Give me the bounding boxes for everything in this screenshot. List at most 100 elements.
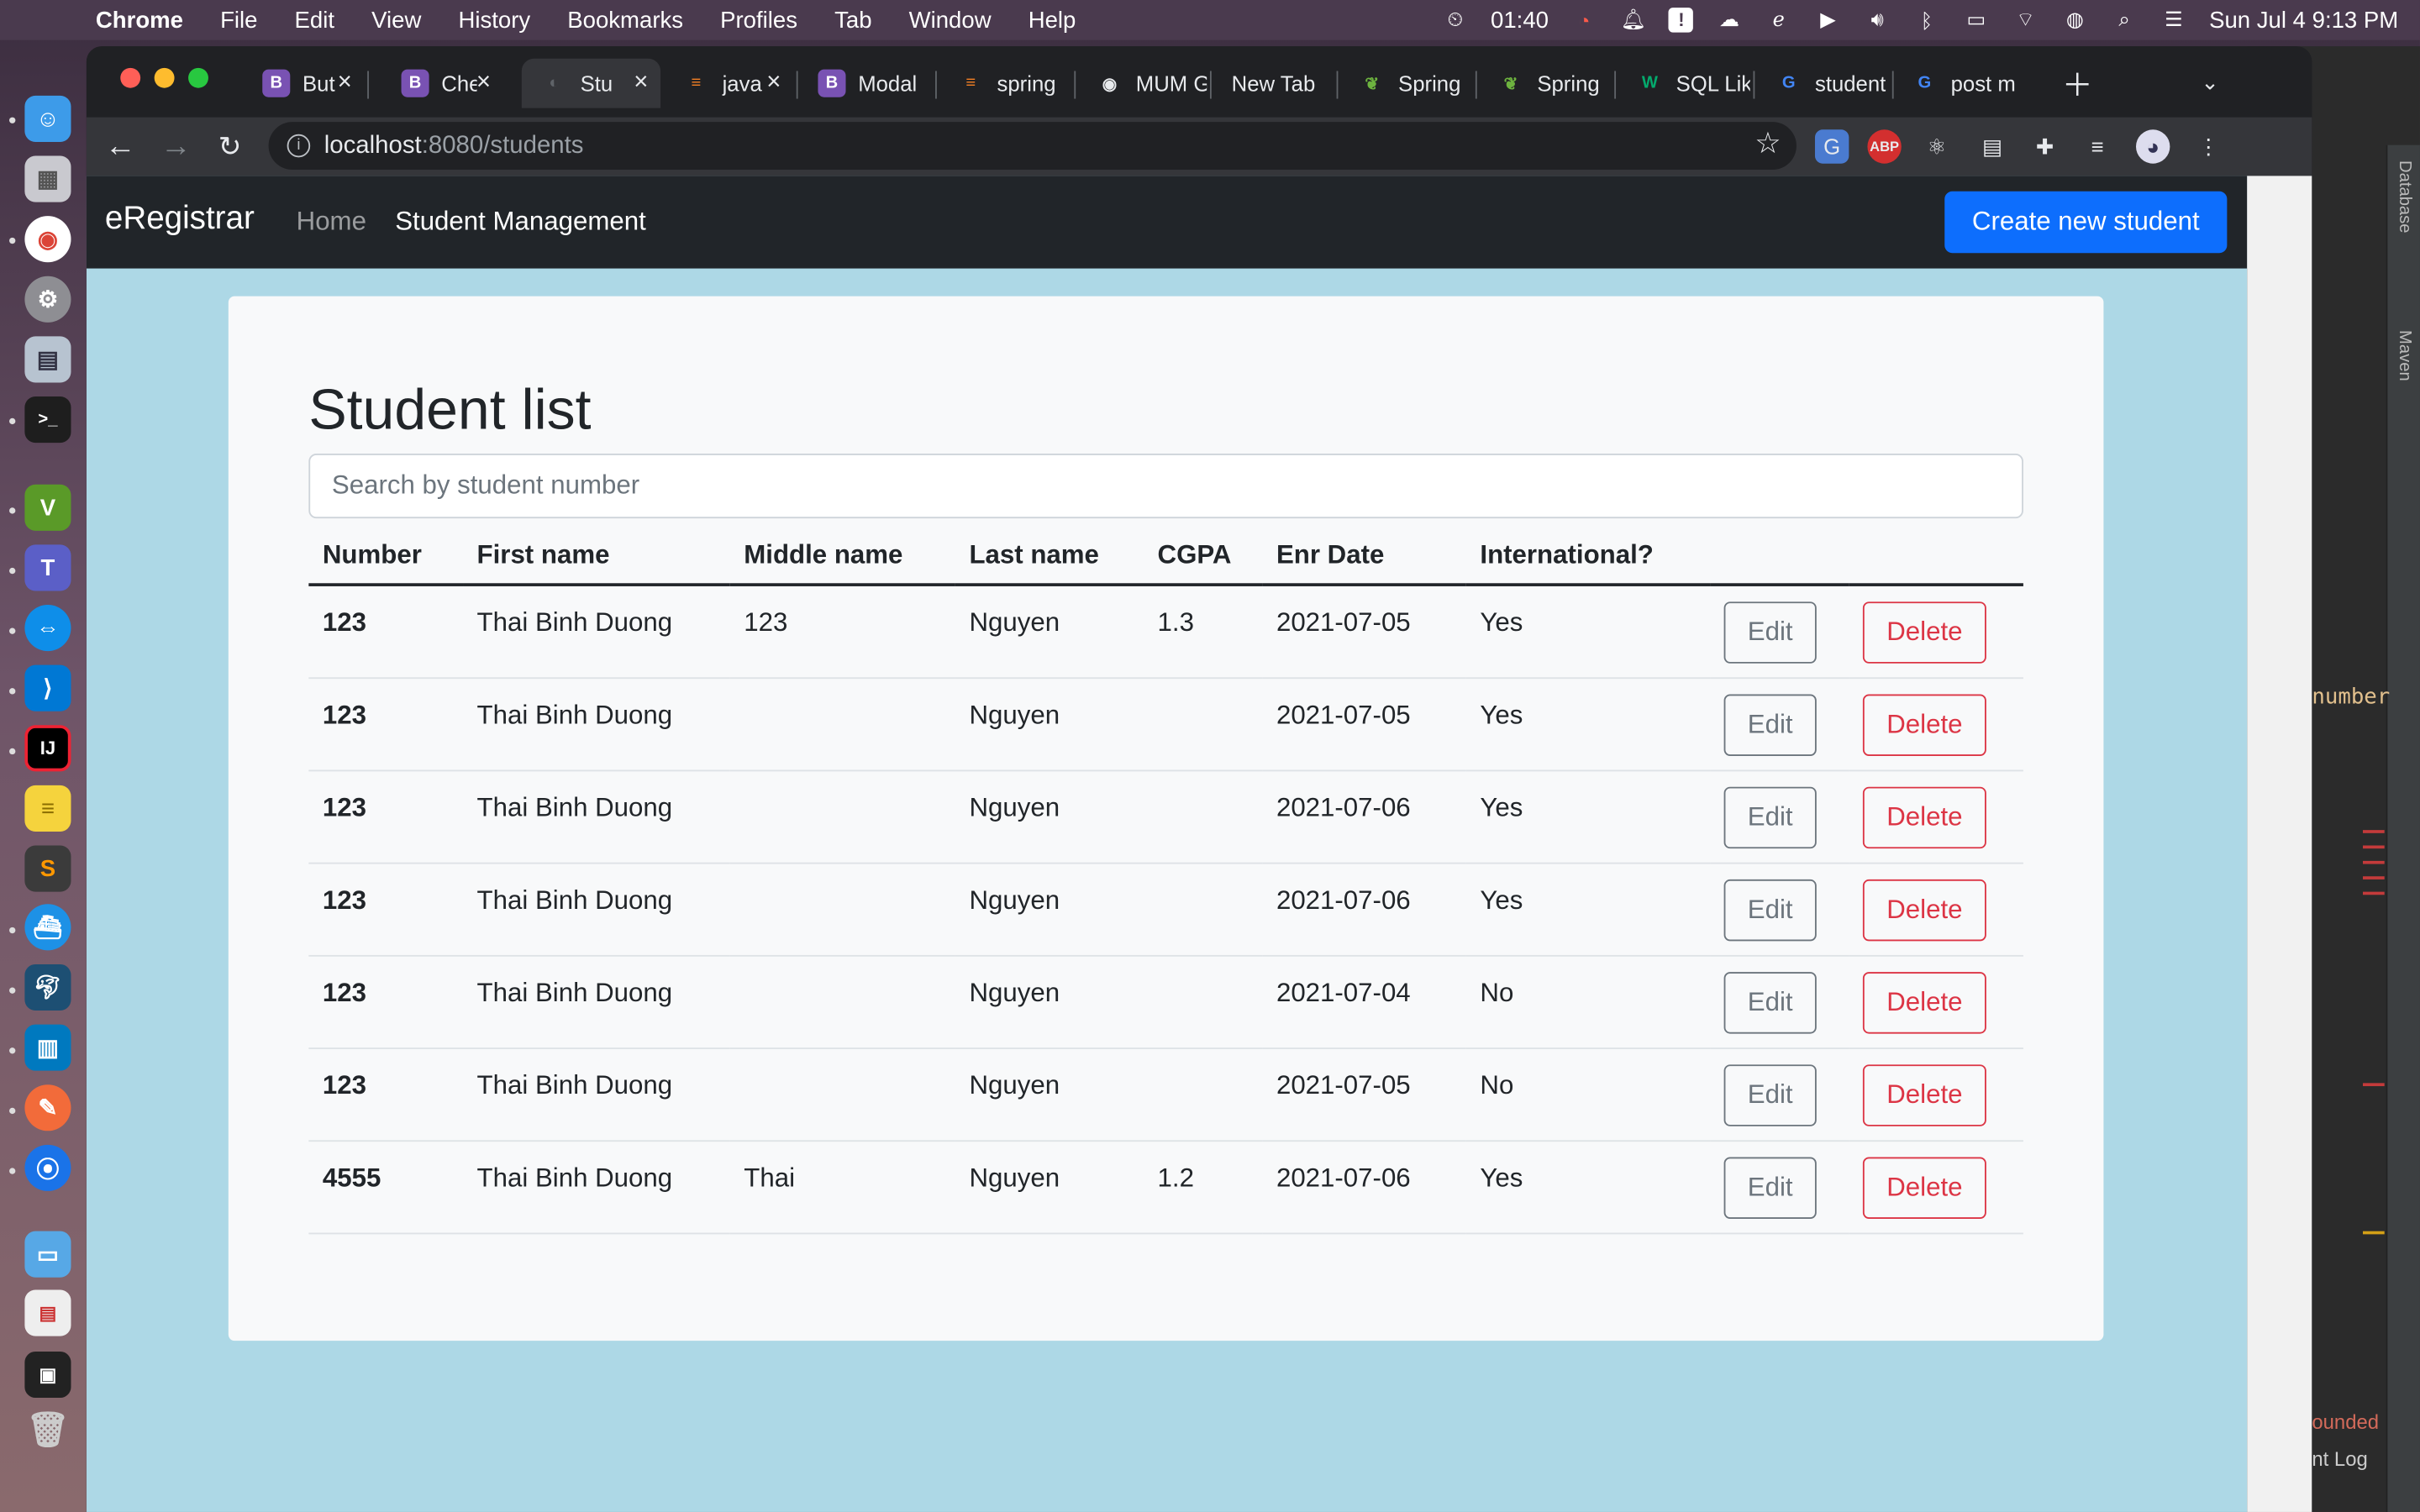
menu-profiles[interactable]: Profiles [702, 7, 816, 33]
delete-button[interactable]: Delete [1862, 879, 1986, 941]
page-scrollbar[interactable] [2247, 176, 2312, 1512]
script-e-icon[interactable]: ℯ [1765, 8, 1792, 32]
vscode-icon[interactable]: ⟩ [24, 664, 71, 711]
create-new-student-button[interactable]: Create new student [1944, 191, 2228, 254]
teamviewer-icon[interactable]: ⇔ [24, 604, 71, 652]
close-window-button[interactable] [120, 67, 141, 88]
bookmark-star-icon[interactable]: ☆ [1754, 127, 1781, 162]
volume-icon[interactable]: 🔊︎ [1864, 8, 1891, 32]
browser-tab[interactable]: W SQL Lik [1618, 59, 1750, 108]
edit-button[interactable]: Edit [1723, 971, 1817, 1033]
nav-link-student-management[interactable]: Student Management [395, 207, 646, 238]
tab-close-icon[interactable]: × [476, 70, 491, 97]
battery-icon[interactable]: ▭ [1962, 8, 1990, 32]
error-marker[interactable] [2362, 845, 2385, 849]
delete-button[interactable]: Delete [1862, 693, 1986, 756]
browser-tab[interactable]: B Modal [799, 59, 932, 108]
menu-file[interactable]: File [202, 7, 276, 33]
mysql-workbench-icon[interactable]: 🐬︎ [24, 963, 71, 1011]
menu-history[interactable]: History [439, 7, 549, 33]
window-stack-icon[interactable]: ▣ [24, 1351, 71, 1399]
error-marker[interactable] [2362, 860, 2385, 864]
teams-icon[interactable]: T [24, 544, 71, 591]
delete-button[interactable]: Delete [1862, 971, 1986, 1033]
control-center-icon[interactable]: ☰ [2160, 8, 2187, 32]
browser-tab[interactable]: ❦ Spring [1479, 59, 1612, 108]
time-tracker-icon[interactable]: ⏲ [1441, 8, 1469, 32]
alert-icon[interactable]: ! [1669, 8, 1694, 33]
edit-button[interactable]: Edit [1723, 1063, 1817, 1126]
menu-view[interactable]: View [353, 7, 439, 33]
chrome-icon[interactable]: ◉ [24, 216, 71, 263]
sublime-text-icon[interactable]: S [24, 845, 71, 892]
tab-close-icon[interactable]: × [766, 70, 781, 97]
cloud-icon[interactable]: ☁ [1715, 8, 1743, 32]
error-marker[interactable] [2362, 891, 2385, 895]
notification-bell-icon[interactable]: 🔔︎ [1619, 8, 1647, 32]
trash-icon[interactable]: 🗑︎ [24, 1407, 71, 1453]
edit-button[interactable]: Edit [1723, 693, 1817, 756]
browser-tab[interactable]: ❦ Spring [1339, 59, 1472, 108]
vim-icon[interactable]: V [24, 484, 71, 531]
forward-button[interactable]: → [155, 125, 197, 168]
zoom-window-button[interactable] [188, 67, 208, 88]
extensions-puzzle-icon[interactable]: ✚ [2028, 129, 2061, 163]
edit-button[interactable]: Edit [1723, 785, 1817, 848]
delete-button[interactable]: Delete [1862, 785, 1986, 848]
delete-button[interactable]: Delete [1862, 1063, 1986, 1126]
finder-icon[interactable]: ☺ [24, 95, 71, 142]
warning-marker[interactable] [2362, 1231, 2385, 1235]
new-tab-button[interactable]: ＋ [2055, 60, 2098, 103]
preview-icon[interactable]: ▤ [24, 336, 71, 383]
browser-tab[interactable]: ◐ Stu × [521, 58, 661, 108]
browser-tab[interactable]: ◉ MUM G [1077, 59, 1207, 108]
menu-window[interactable]: Window [891, 7, 1010, 33]
docker-icon[interactable]: ⛴ [24, 904, 71, 951]
menu-app-name[interactable]: Chrome [61, 7, 202, 33]
translate-extension-icon[interactable]: G [1814, 129, 1849, 164]
bluetooth-icon[interactable]: ᛒ [1912, 8, 1940, 32]
stopwatch-icon[interactable]: ◔ [1570, 8, 1598, 32]
edit-button[interactable]: Edit [1723, 1156, 1817, 1219]
system-preferences-icon[interactable]: ⚙ [24, 276, 71, 323]
error-marker[interactable] [2362, 876, 2385, 879]
tab-close-icon[interactable]: × [634, 70, 648, 97]
error-marker[interactable] [2362, 830, 2385, 833]
folder-icon[interactable]: ▭ [24, 1231, 71, 1278]
spotlight-search-icon[interactable]: ⌕ [2111, 8, 2139, 32]
play-icon[interactable]: ▶ [1814, 8, 1842, 32]
delete-button[interactable]: Delete [1862, 601, 1986, 664]
browser-tab[interactable]: New Tab [1213, 59, 1334, 108]
site-info-icon[interactable]: i [287, 134, 311, 158]
postman-icon[interactable]: ✎ [24, 1084, 71, 1131]
browser-tab[interactable]: ≡ java × [664, 59, 793, 108]
sourcetree-icon[interactable]: ⦿ [24, 1144, 71, 1191]
trello-icon[interactable]: ▥ [24, 1024, 71, 1071]
menu-bookmarks[interactable]: Bookmarks [549, 7, 702, 33]
menu-edit[interactable]: Edit [276, 7, 354, 33]
browser-tab[interactable]: ≡ spring [939, 59, 1071, 108]
brand-logo[interactable]: eRegistrar [105, 201, 255, 238]
browser-tab[interactable]: B Che× [383, 59, 503, 108]
tab-search-icon[interactable]: ⌄ [2188, 60, 2231, 103]
reader-extension-icon[interactable]: ▤ [1975, 129, 2009, 163]
nav-link-home[interactable]: Home [297, 207, 366, 238]
timer-text[interactable]: 01:40 [1491, 7, 1549, 33]
launchpad-icon[interactable]: ▦ [24, 155, 71, 202]
menu-help[interactable]: Help [1010, 7, 1095, 33]
notes-icon[interactable]: ≡ [24, 785, 71, 832]
intellij-icon[interactable]: IJ [24, 725, 71, 772]
user-account-icon[interactable]: ◍ [2061, 8, 2089, 32]
menu-tab[interactable]: Tab [816, 7, 891, 33]
wifi-icon[interactable]: ⌔ [2012, 8, 2039, 32]
search-input[interactable] [308, 453, 2023, 519]
maven-tool-tab[interactable]: Maven [2396, 330, 2414, 381]
chrome-menu-icon[interactable]: ⋮ [2191, 129, 2225, 163]
profile-avatar[interactable]: ◕ [2135, 129, 2170, 164]
back-button[interactable]: ← [99, 125, 142, 168]
database-tool-tab[interactable]: Database [2396, 160, 2414, 233]
edit-button[interactable]: Edit [1723, 879, 1817, 941]
screenshot-stack-icon[interactable]: ▤ [24, 1289, 71, 1336]
reload-button[interactable]: ↻ [208, 125, 251, 168]
terminal-icon[interactable]: >_ [24, 396, 71, 444]
